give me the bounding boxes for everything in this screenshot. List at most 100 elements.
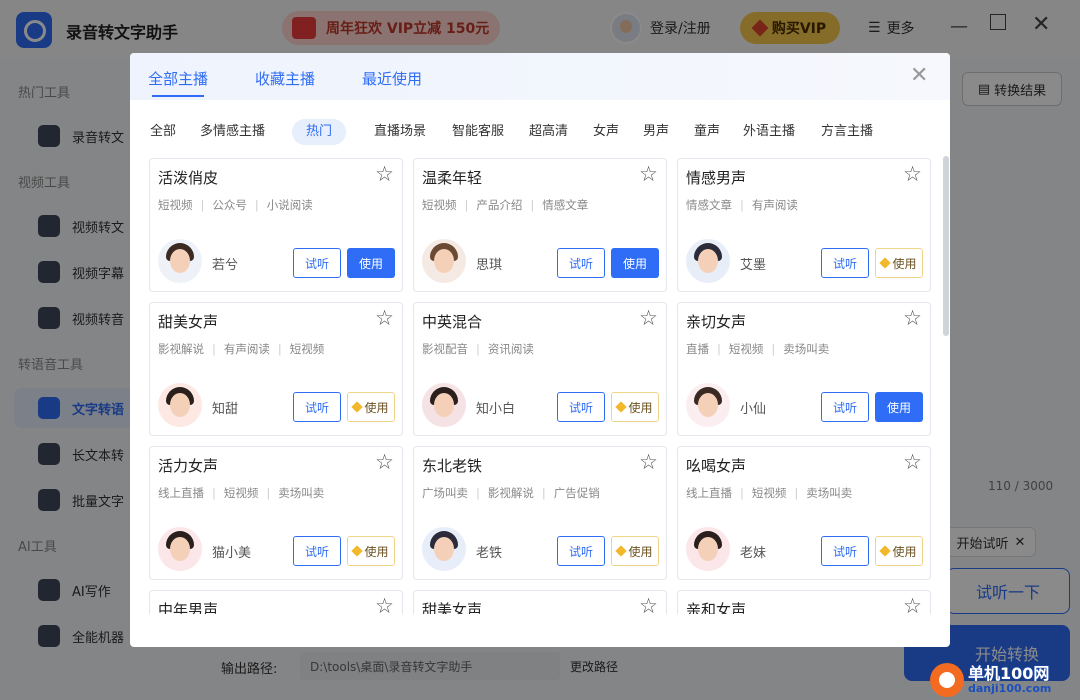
dialog-header: 全部主播 收藏主播 最近使用 ✕ — [130, 53, 950, 100]
voice-tag: 广告促销 — [534, 485, 600, 501]
star-icon[interactable]: ☆ — [375, 308, 394, 329]
voice-card-title: 情感男声 — [686, 169, 747, 187]
category-male[interactable]: 男声 — [643, 119, 669, 145]
listen-button[interactable]: 试听 — [293, 536, 341, 566]
category-live[interactable]: 直播场景 — [374, 119, 426, 145]
listen-button[interactable]: 试听 — [293, 392, 341, 422]
category-female[interactable]: 女声 — [593, 119, 619, 145]
star-icon[interactable]: ☆ — [639, 164, 658, 185]
listen-button[interactable]: 试听 — [293, 248, 341, 278]
voice-card[interactable]: 中英混合 ☆ 影视配音资讯阅读知小白 试听 使用 — [413, 302, 667, 436]
voice-card-tags: 线上直播短视频卖场叫卖 — [158, 485, 324, 501]
category-filter: 全部 多情感主播 热门 直播场景 智能客服 超高清 女声 男声 童声 外语主播 … — [130, 119, 950, 145]
use-vip-button[interactable]: 使用 — [875, 248, 923, 278]
voice-card[interactable]: 活力女声 ☆ 线上直播短视频卖场叫卖猫小美 试听 使用 — [149, 446, 403, 580]
star-icon[interactable]: ☆ — [903, 596, 922, 615]
watermark-logo-icon — [930, 663, 964, 697]
voice-card[interactable]: 亲切女声 ☆ 直播短视频卖场叫卖小仙 试听 使用 — [677, 302, 931, 436]
listen-button[interactable]: 试听 — [821, 392, 869, 422]
use-vip-button[interactable]: 使用 — [611, 536, 659, 566]
listen-button[interactable]: 试听 — [557, 248, 605, 278]
category-multi-emotion[interactable]: 多情感主播 — [200, 119, 265, 145]
voice-card-title: 活泼俏皮 — [158, 169, 219, 187]
voice-tag: 情感文章 — [522, 197, 588, 213]
use-vip-button[interactable]: 使用 — [875, 536, 923, 566]
voice-tag: 资讯阅读 — [468, 341, 534, 357]
voice-card[interactable]: 温柔年轻 ☆ 短视频产品介绍情感文章思琪 试听 使用 — [413, 158, 667, 292]
voice-name: 若兮 — [212, 258, 239, 273]
voice-tag: 短视频 — [422, 198, 457, 212]
use-label: 使用 — [892, 256, 917, 271]
voice-card[interactable]: 活泼俏皮 ☆ 短视频公众号小说阅读若兮 试听 使用 — [149, 158, 403, 292]
vip-diamond-icon — [879, 257, 892, 269]
voice-card[interactable]: 甜美女声 ☆ — [413, 590, 667, 614]
tab-favorite-voices[interactable]: 收藏主播 — [255, 68, 315, 89]
star-icon[interactable]: ☆ — [375, 164, 394, 185]
star-icon[interactable]: ☆ — [375, 596, 394, 615]
use-button[interactable]: 使用 — [611, 248, 659, 278]
voice-card-title: 甜美女声 — [158, 313, 219, 331]
voice-picker-dialog: 全部主播 收藏主播 最近使用 ✕ 全部 多情感主播 热门 直播场景 智能客服 超… — [130, 53, 950, 647]
voice-tag: 情感文章 — [686, 198, 732, 212]
star-icon[interactable]: ☆ — [903, 308, 922, 329]
star-icon[interactable]: ☆ — [639, 308, 658, 329]
listen-button[interactable]: 试听 — [821, 248, 869, 278]
voice-tag: 广场叫卖 — [422, 486, 468, 500]
voice-card-tags: 直播短视频卖场叫卖 — [686, 341, 829, 357]
category-child[interactable]: 童声 — [694, 119, 720, 145]
voice-card[interactable]: 情感男声 ☆ 情感文章有声阅读艾墨 试听 使用 — [677, 158, 931, 292]
star-icon[interactable]: ☆ — [375, 452, 394, 473]
star-icon[interactable]: ☆ — [639, 452, 658, 473]
voice-name: 知小白 — [476, 402, 516, 417]
category-hot[interactable]: 热门 — [292, 119, 347, 145]
category-dialect[interactable]: 方言主播 — [821, 119, 873, 145]
voice-tag: 卖场叫卖 — [258, 485, 324, 501]
vip-diamond-icon — [615, 401, 628, 413]
voice-card-tags: 短视频产品介绍情感文章 — [422, 197, 588, 213]
listen-button[interactable]: 试听 — [557, 392, 605, 422]
close-icon[interactable]: ✕ — [910, 65, 928, 87]
voice-card-title: 甜美女声 — [422, 601, 483, 614]
voice-card[interactable]: 甜美女声 ☆ 影视解说有声阅读短视频知甜 试听 使用 — [149, 302, 403, 436]
use-vip-button[interactable]: 使用 — [347, 392, 395, 422]
use-button[interactable]: 使用 — [347, 248, 395, 278]
avatar — [422, 383, 466, 427]
voice-card[interactable]: 东北老铁 ☆ 广场叫卖影视解说广告促销老铁 试听 使用 — [413, 446, 667, 580]
voice-tag: 产品介绍 — [457, 197, 522, 213]
voice-tag: 影视配音 — [422, 342, 468, 356]
listen-button[interactable]: 试听 — [821, 536, 869, 566]
category-service[interactable]: 智能客服 — [452, 119, 504, 145]
voice-name: 知甜 — [212, 402, 239, 417]
category-foreign[interactable]: 外语主播 — [743, 119, 795, 145]
avatar — [686, 239, 730, 283]
voice-card-title: 温柔年轻 — [422, 169, 483, 187]
category-hd[interactable]: 超高清 — [529, 119, 568, 145]
star-icon[interactable]: ☆ — [639, 596, 658, 615]
use-label: 使用 — [628, 400, 653, 415]
star-icon[interactable]: ☆ — [903, 164, 922, 185]
use-label: 使用 — [622, 256, 647, 271]
voice-tag: 有声阅读 — [204, 341, 270, 357]
voice-card[interactable]: 吆喝女声 ☆ 线上直播短视频卖场叫卖老妹 试听 使用 — [677, 446, 931, 580]
voice-tag: 短视频 — [709, 341, 764, 357]
use-vip-button[interactable]: 使用 — [347, 536, 395, 566]
voice-card-title: 亲和女声 — [686, 601, 747, 614]
voice-card[interactable]: 中年男声 ☆ — [149, 590, 403, 614]
voice-card[interactable]: 亲和女声 ☆ — [677, 590, 931, 614]
voice-name: 老铁 — [476, 546, 503, 561]
use-label: 使用 — [628, 544, 653, 559]
avatar — [686, 527, 730, 571]
voice-card-grid: 活泼俏皮☆短视频公众号小说阅读若兮试听使用温柔年轻☆短视频产品介绍情感文章思琪试… — [149, 158, 933, 614]
voice-tag: 短视频 — [270, 341, 325, 357]
avatar — [158, 527, 202, 571]
category-all[interactable]: 全部 — [150, 119, 176, 145]
tab-recent-voices[interactable]: 最近使用 — [362, 68, 422, 89]
use-button[interactable]: 使用 — [875, 392, 923, 422]
scrollbar[interactable] — [943, 156, 949, 336]
star-icon[interactable]: ☆ — [903, 452, 922, 473]
voice-card-title: 中年男声 — [158, 601, 219, 614]
tab-all-voices[interactable]: 全部主播 — [148, 68, 208, 97]
avatar — [158, 239, 202, 283]
listen-button[interactable]: 试听 — [557, 536, 605, 566]
use-vip-button[interactable]: 使用 — [611, 392, 659, 422]
